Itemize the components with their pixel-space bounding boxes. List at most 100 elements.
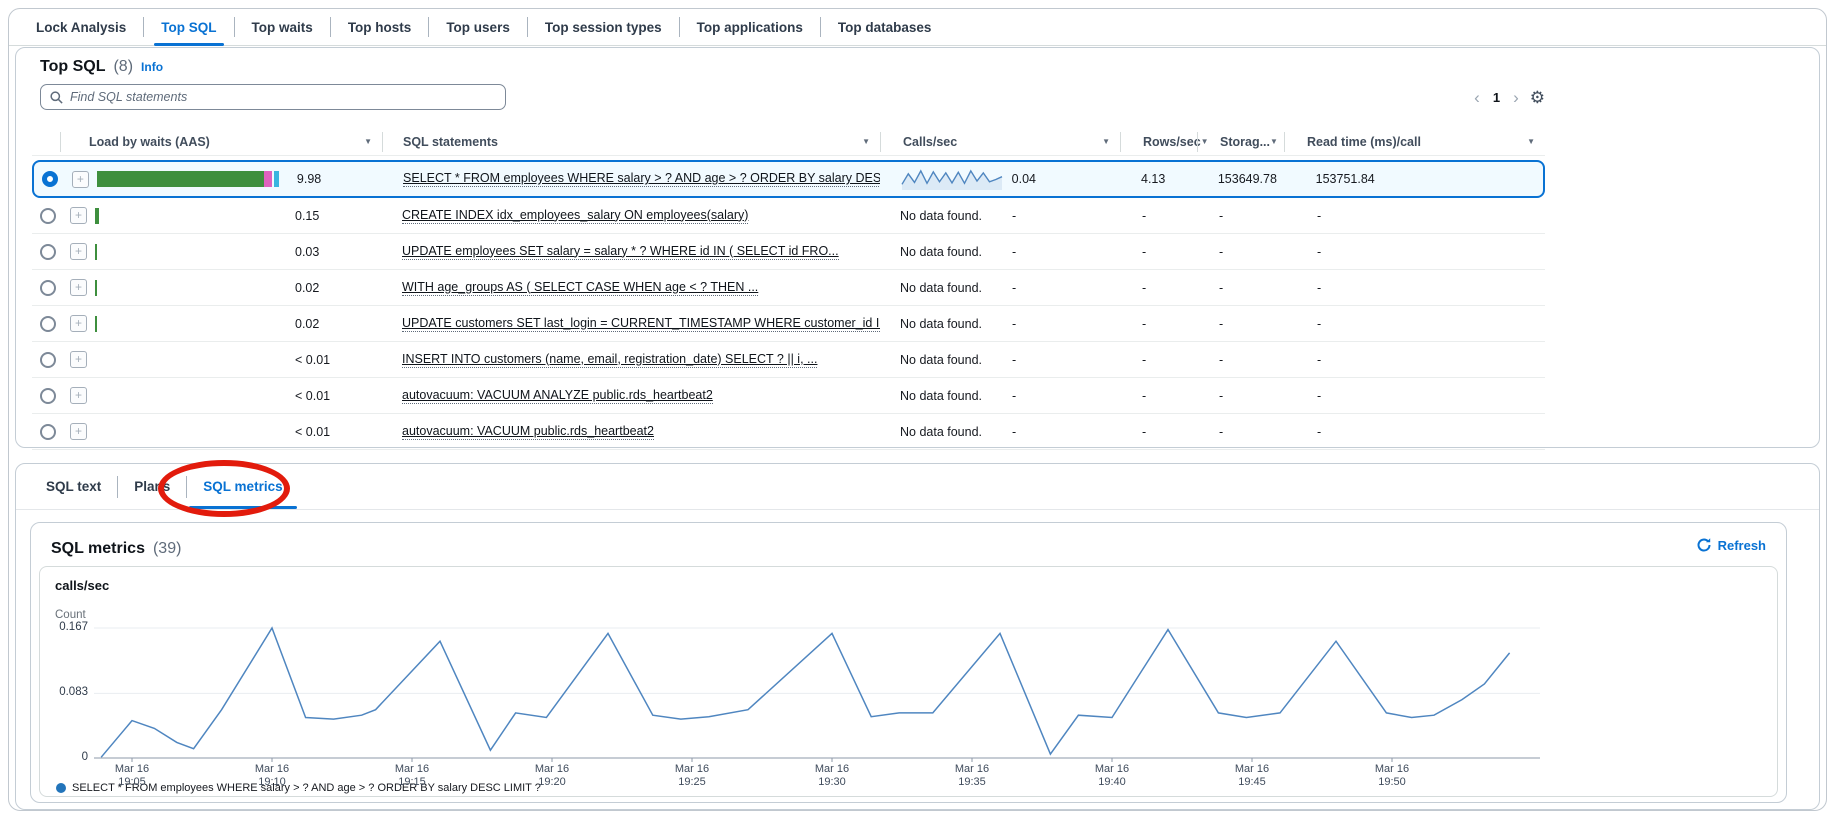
cell-storage: 153649.78	[1196, 162, 1283, 196]
sql-metrics-count: (39)	[153, 540, 181, 558]
cell-storage-value: -	[1219, 245, 1223, 259]
refresh-button[interactable]: Refresh	[1696, 537, 1766, 553]
cell-load-by-waits: +0.02	[60, 270, 382, 305]
expand-row-icon[interactable]: +	[72, 171, 89, 188]
radio-button[interactable]	[40, 280, 56, 296]
sql-metrics-title: SQL metrics	[51, 540, 145, 558]
calls-spark-slot: No data found.	[900, 209, 1012, 223]
table-row[interactable]: +0.03UPDATE employees SET salary = salar…	[32, 234, 1545, 270]
expand-row-icon[interactable]: +	[70, 351, 87, 368]
radio-button[interactable]	[40, 352, 56, 368]
cell-rows-per-sec-value: -	[1142, 245, 1146, 259]
x-axis-tick-label: Mar 1619:30	[802, 763, 862, 789]
tab-top-hosts[interactable]: Top hosts	[331, 9, 429, 45]
info-link[interactable]: Info	[141, 60, 163, 74]
tab-plans[interactable]: Plans	[118, 464, 186, 509]
tab-top-databases[interactable]: Top databases	[821, 9, 949, 45]
cell-load-by-waits: +< 0.01	[60, 342, 382, 377]
search-input[interactable]	[70, 90, 497, 104]
radio-button[interactable]	[42, 171, 58, 187]
table-row[interactable]: +< 0.01 INSERT INTO customers (name, emai…	[32, 342, 1545, 378]
table-row[interactable]: +0.15CREATE INDEX idx_employees_salary O…	[32, 198, 1545, 234]
cell-sql-statement: CREATE INDEX idx_employees_salary ON emp…	[382, 198, 880, 233]
cell-select	[32, 306, 60, 341]
sql-statement-link[interactable]: autovacuum: VACUUM public.rds_heartbeat2	[402, 424, 654, 440]
cell-storage-value: 153649.78	[1218, 172, 1277, 186]
sql-statement-link[interactable]: UPDATE employees SET salary = salary * ?…	[402, 244, 839, 260]
x-axis-tick-label: Mar 1619:35	[942, 763, 1002, 789]
calls-spark-slot: No data found.	[900, 281, 1012, 295]
tab-sql-metrics[interactable]: SQL metrics	[187, 464, 298, 509]
pagination-prev-button[interactable]: ‹	[1472, 89, 1482, 106]
sql-statement-link[interactable]: CREATE INDEX idx_employees_salary ON emp…	[402, 208, 748, 224]
calls-spark-slot: No data found.	[900, 317, 1012, 331]
cell-read-time-value: 153751.84	[1316, 172, 1375, 186]
calls-value: -	[1012, 281, 1016, 295]
header-select-column	[32, 132, 60, 152]
table-row[interactable]: +< 0.01autovacuum: VACUUM public.rds_hea…	[32, 414, 1545, 450]
filter-caret-icon[interactable]: ▼	[1527, 137, 1535, 146]
detail-tab-bar: SQL textPlansSQL metrics	[16, 464, 1819, 510]
pagination-page-number[interactable]: 1	[1491, 90, 1502, 105]
radio-button[interactable]	[40, 244, 56, 260]
refresh-icon	[1696, 537, 1712, 553]
column-header-sql-statements: SQL statements ▼	[382, 132, 880, 152]
search-box[interactable]	[40, 84, 506, 110]
tab-lock-analysis[interactable]: Lock Analysis	[19, 9, 143, 45]
tab-top-waits[interactable]: Top waits	[235, 9, 330, 45]
cell-sql-statement: WITH age_groups AS ( SELECT CASE WHEN ag…	[382, 270, 880, 305]
column-header-label: SQL statements	[383, 135, 498, 149]
cell-read-time: -	[1284, 342, 1545, 377]
cell-select	[32, 270, 60, 305]
tab-top-sql[interactable]: Top SQL	[144, 9, 233, 45]
cell-rows-per-sec: -	[1120, 342, 1197, 377]
tab-sql-text[interactable]: SQL text	[30, 464, 117, 509]
filter-caret-icon[interactable]: ▼	[1102, 137, 1110, 146]
radio-button[interactable]	[40, 316, 56, 332]
cell-storage: -	[1197, 306, 1284, 341]
sql-detail-panel: SQL textPlansSQL metrics SQL metrics (39…	[15, 463, 1820, 810]
expand-row-icon[interactable]: +	[70, 423, 87, 440]
sql-statement-link[interactable]: INSERT INTO customers (name, email, regi…	[402, 352, 817, 368]
settings-gear-icon[interactable]: ⚙	[1530, 89, 1545, 106]
table-row[interactable]: +0.02 WITH age_groups AS ( SELECT CASE WH…	[32, 270, 1545, 306]
tab-top-users[interactable]: Top users	[429, 9, 527, 45]
expand-row-icon[interactable]: +	[70, 387, 87, 404]
cell-rows-per-sec: -	[1120, 378, 1197, 413]
filter-caret-icon[interactable]: ▼	[1270, 137, 1278, 146]
cell-read-time-value: -	[1317, 389, 1321, 403]
sql-statement-link[interactable]: UPDATE customers SET last_login = CURREN…	[402, 316, 880, 332]
expand-row-icon[interactable]: +	[70, 315, 87, 332]
radio-button[interactable]	[40, 388, 56, 404]
sql-statement-link[interactable]: autovacuum: VACUUM ANALYZE public.rds_he…	[402, 388, 713, 404]
expand-row-icon[interactable]: +	[70, 207, 87, 224]
no-data-text: No data found.	[900, 317, 982, 331]
sql-statement-link[interactable]: WITH age_groups AS ( SELECT CASE WHEN ag…	[402, 280, 758, 296]
expand-row-icon[interactable]: +	[70, 279, 87, 296]
cell-calls-per-sec: No data found.-	[880, 414, 1120, 449]
tab-top-session-types[interactable]: Top session types	[528, 9, 679, 45]
filter-caret-icon[interactable]: ▼	[364, 137, 372, 146]
radio-button[interactable]	[40, 424, 56, 440]
x-axis-tick-label: Mar 1619:45	[1222, 763, 1282, 789]
cell-rows-per-sec-value: -	[1142, 353, 1146, 367]
cell-select	[32, 342, 60, 377]
sql-statement-link[interactable]: SELECT * FROM employees WHERE salary > ?…	[403, 171, 880, 187]
no-data-text: No data found.	[900, 245, 982, 259]
tab-top-applications[interactable]: Top applications	[680, 9, 820, 45]
table-row[interactable]: +< 0.01autovacuum: VACUUM ANALYZE public…	[32, 378, 1545, 414]
pagination-next-button[interactable]: ›	[1511, 89, 1521, 106]
radio-button[interactable]	[40, 208, 56, 224]
cell-rows-per-sec: -	[1120, 270, 1197, 305]
calls-spark-slot	[900, 166, 1012, 192]
load-bar-segment-green	[97, 171, 264, 187]
cell-select	[34, 162, 62, 196]
load-bar-segment-green	[95, 316, 97, 332]
table-row[interactable]: +0.02UPDATE customers SET last_login = C…	[32, 306, 1545, 342]
expand-row-icon[interactable]: +	[70, 243, 87, 260]
cell-read-time-value: -	[1317, 209, 1321, 223]
table-row[interactable]: +9.98SELECT * FROM employees WHERE salar…	[32, 160, 1545, 198]
top-sql-panel: Top SQL (8) Info ‹ 1 › ⚙	[15, 47, 1820, 448]
load-bar-segment-green	[95, 244, 97, 260]
filter-caret-icon[interactable]: ▼	[862, 137, 870, 146]
